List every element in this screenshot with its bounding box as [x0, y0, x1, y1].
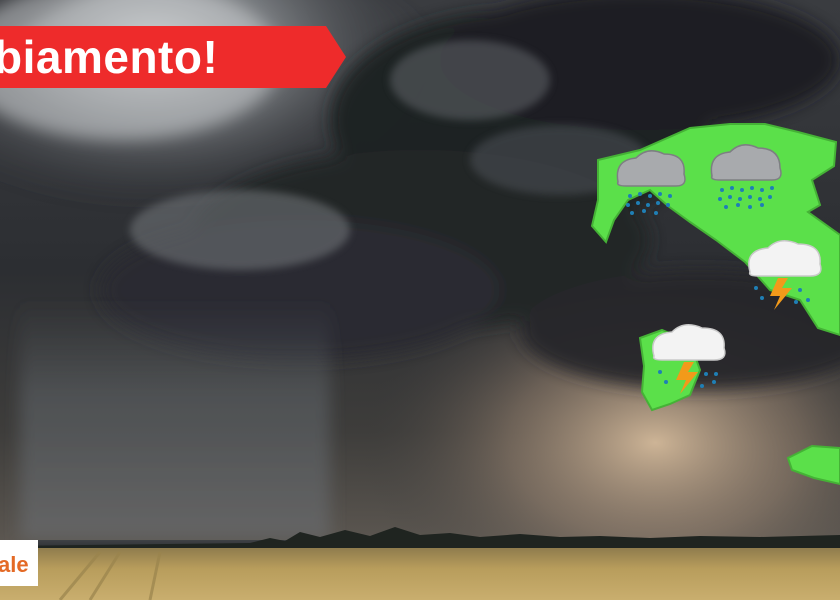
headline-text: biamento!: [0, 31, 219, 83]
storm-scene: [0, 0, 840, 600]
headline-banner: biamento!: [0, 26, 346, 88]
brand-badge: ale: [0, 540, 38, 586]
brand-badge-text: ale: [0, 552, 29, 577]
